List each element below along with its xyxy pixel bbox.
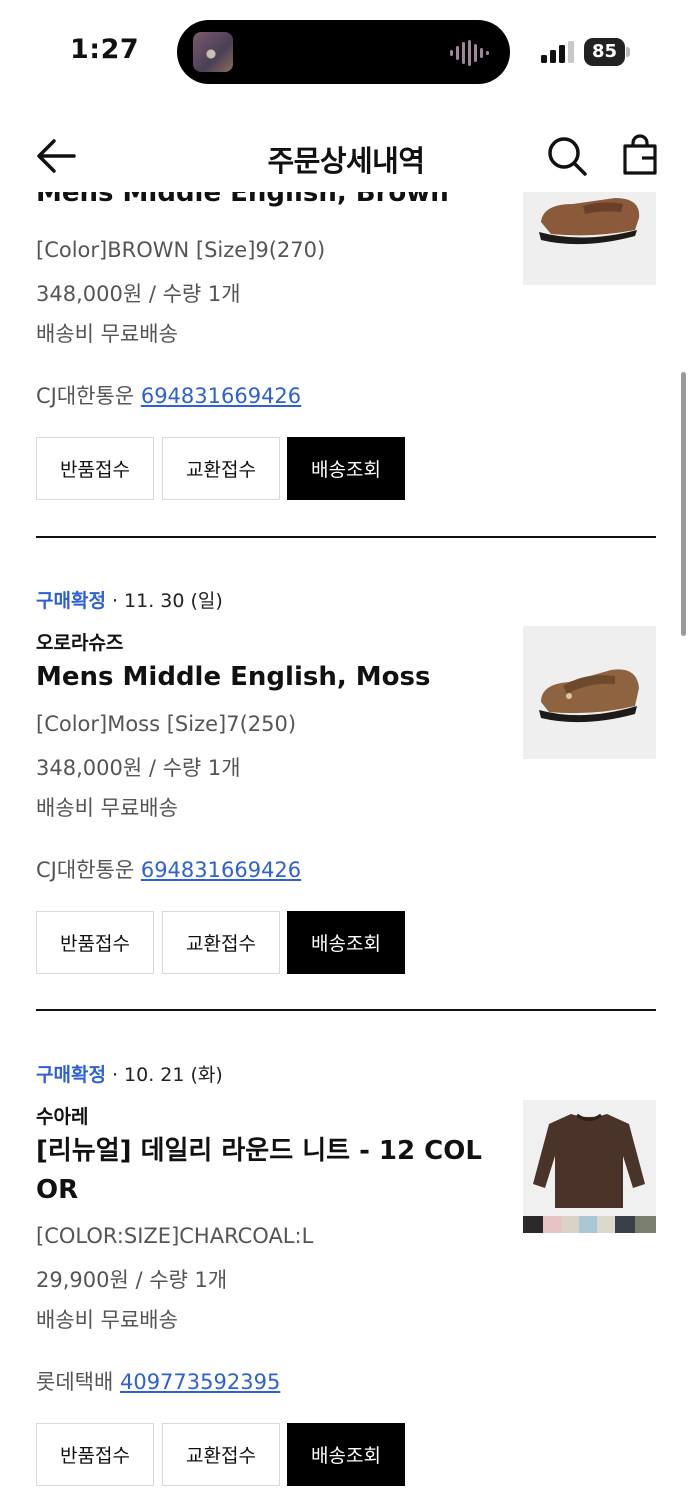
status-bar: 1:27 85 [0, 0, 692, 100]
dynamic-island[interactable] [177, 20, 510, 84]
shipping-fee: 배송비 무료배송 [36, 796, 178, 820]
order-date: · 11. 30 (일) [105, 590, 223, 612]
battery-level: 85 [584, 38, 625, 66]
knit-sweater-image [523, 1100, 656, 1233]
return-request-button[interactable]: 반품접수 [36, 437, 154, 500]
brand-name[interactable]: 오로라슈즈 [36, 628, 123, 655]
divider [36, 1009, 656, 1011]
tracking-number-link[interactable]: 694831669426 [141, 858, 301, 882]
shoe-image [523, 626, 656, 759]
shipping-fee: 배송비 무료배송 [36, 322, 178, 346]
order-detail-list[interactable]: Mens Middle English, Brown [Color]BROWN … [0, 192, 692, 1500]
product-name[interactable]: Mens Middle English, Moss [36, 658, 506, 697]
return-request-button[interactable]: 반품접수 [36, 1423, 154, 1486]
product-option: [Color]Moss [Size]7(250) [36, 712, 297, 736]
exchange-request-button[interactable]: 교환접수 [162, 911, 280, 974]
search-icon[interactable] [546, 135, 588, 177]
clock: 1:27 [70, 34, 140, 65]
track-shipment-button[interactable]: 배송조회 [287, 437, 405, 500]
audio-waveform-icon [450, 40, 489, 66]
order-date: · 10. 21 (화) [105, 1064, 223, 1086]
track-shipment-button[interactable]: 배송조회 [287, 911, 405, 974]
shopping-bag-icon[interactable] [620, 134, 660, 176]
courier-name: CJ대한통운 [36, 384, 135, 408]
tracking-number-link[interactable]: 409773592395 [120, 1370, 280, 1394]
product-name[interactable]: Mens Middle English, Brown [36, 192, 506, 213]
product-name[interactable]: [리뉴얼] 데일리 라운드 니트 - 12 COLOR [36, 1132, 491, 1210]
order-item: Mens Middle English, Brown [Color]BROWN … [0, 192, 692, 538]
brand-name[interactable]: 수아레 [36, 1102, 88, 1129]
exchange-request-button[interactable]: 교환접수 [162, 1423, 280, 1486]
tracking-info: CJ대한통운 694831669426 [36, 380, 301, 410]
product-image[interactable] [523, 192, 656, 285]
shoe-image [523, 192, 656, 285]
order-status-line: 구매확정 · 11. 30 (일) [36, 586, 223, 613]
courier-name: CJ대한통운 [36, 858, 135, 882]
divider [36, 536, 656, 538]
product-price: 348,000원 / 수량 1개 [36, 282, 241, 306]
order-status-line: 구매확정 · 10. 21 (화) [36, 1060, 223, 1087]
product-image[interactable] [523, 626, 656, 759]
tracking-number-link[interactable]: 694831669426 [141, 384, 301, 408]
shipping-fee: 배송비 무료배송 [36, 1308, 178, 1332]
return-request-button[interactable]: 반품접수 [36, 911, 154, 974]
now-playing-artwork [193, 32, 233, 72]
tracking-info: 롯데택배 409773592395 [36, 1366, 280, 1396]
track-shipment-button[interactable]: 배송조회 [287, 1423, 405, 1486]
purchase-confirmed-label: 구매확정 [36, 590, 106, 612]
tracking-info: CJ대한통운 694831669426 [36, 854, 301, 884]
product-price: 348,000원 / 수량 1개 [36, 756, 241, 780]
product-option: [Color]BROWN [Size]9(270) [36, 238, 326, 262]
cellular-signal-icon [541, 41, 574, 63]
product-image[interactable] [523, 1100, 656, 1233]
product-option: [COLOR:SIZE]CHARCOAL:L [36, 1224, 314, 1248]
exchange-request-button[interactable]: 교환접수 [162, 437, 280, 500]
scrollbar[interactable] [681, 372, 686, 636]
purchase-confirmed-label: 구매확정 [36, 1064, 106, 1086]
courier-name: 롯데택배 [36, 1370, 114, 1394]
battery-icon: 85 [584, 38, 630, 66]
product-price: 29,900원 / 수량 1개 [36, 1268, 228, 1292]
top-app-bar: 주문상세내역 [0, 120, 692, 192]
page-title: 주문상세내역 [267, 144, 425, 178]
